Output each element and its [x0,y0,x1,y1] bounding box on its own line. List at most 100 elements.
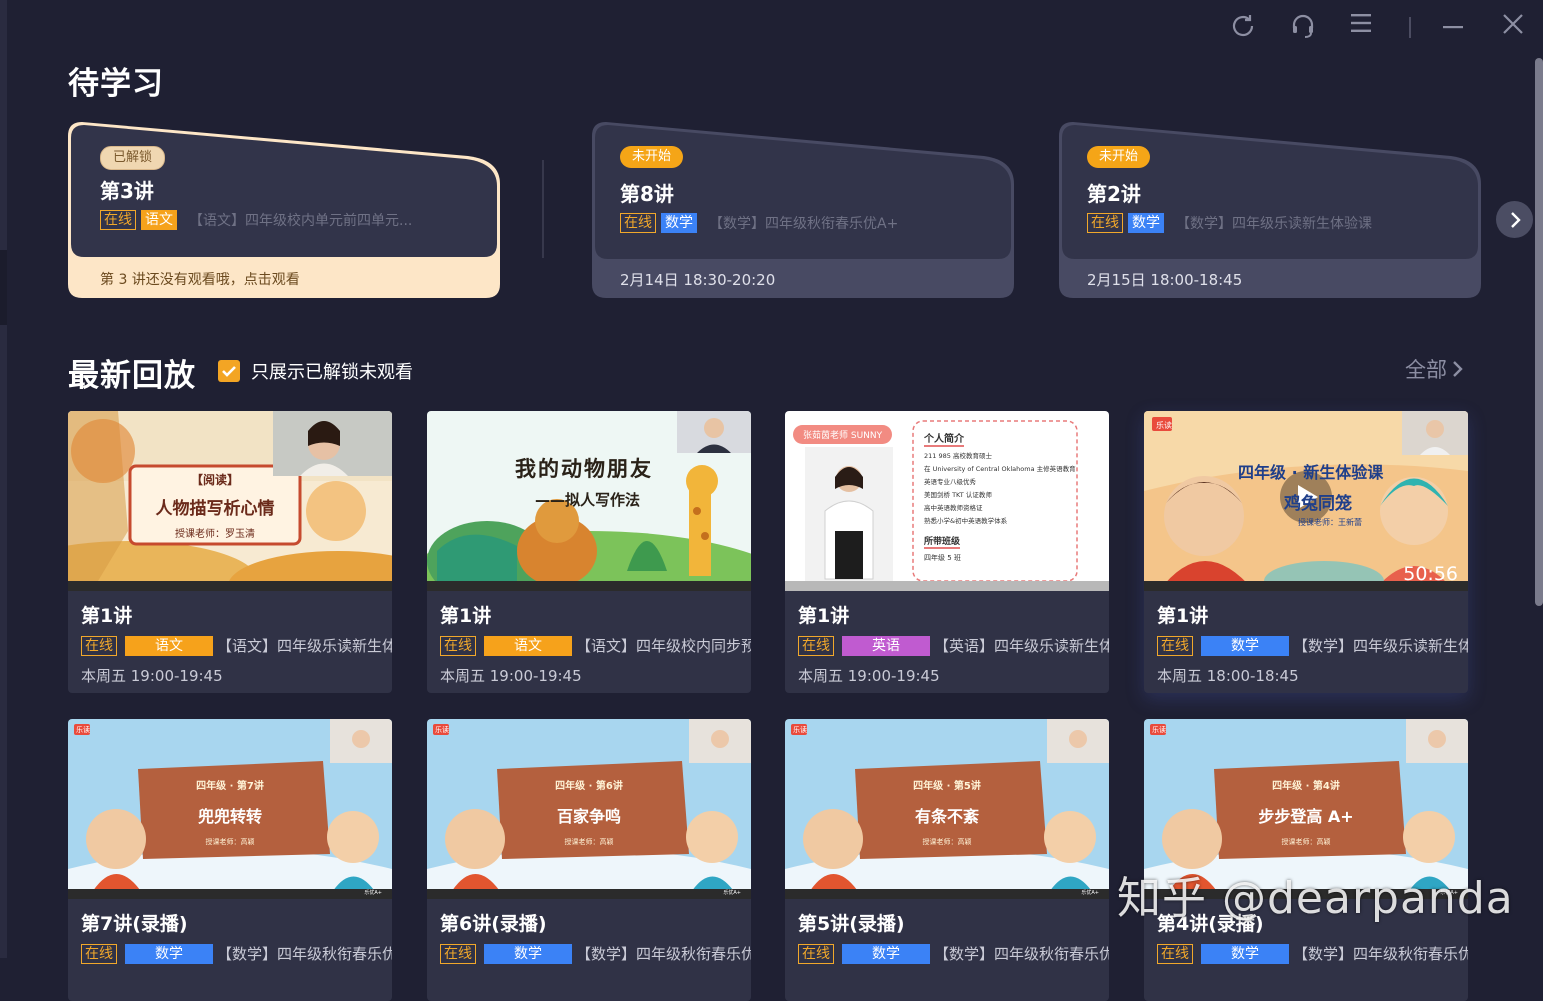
tag-row: 在线 数学 【数学】四年级乐读新生体 [1157,635,1468,656]
online-tag: 在线 [100,210,136,230]
subject-tag: 数学 [842,943,930,964]
lesson-title: 第3讲 [100,179,154,203]
minimize-icon[interactable] [1441,12,1471,42]
thumbnail-tag: 【阅读】 [190,473,239,487]
video-thumbnail[interactable]: 乐读 四年级 · 第7讲 兜兜转转 授课老师：高颖 乐优A+ [68,719,392,899]
thumbnail-subtitle: 鸡兔同笼 [1284,494,1352,514]
online-tag: 在线 [1157,943,1193,964]
replay-section-title: 最新回放 [68,358,196,394]
status-badge: 已解锁 [100,146,166,170]
profile-line: 高中英语教师资格证 [924,504,983,512]
thumbnail-teacher: 授课老师：高颖 [1281,838,1331,846]
thumbnail-text-group: 【阅读】 人物描写析心情 授课老师：罗玉清 [130,471,300,540]
thumbnail-title: 百家争鸣 [556,807,621,826]
tag-row: 在线 数学 【数学】四年级秋衔春乐优A+ [620,213,898,233]
brand-logo: 乐读 [435,726,449,734]
thumbnail-grade: 四年级 · 第7讲 [196,781,264,792]
lesson-title: 第1讲 [81,605,133,627]
refresh-icon[interactable] [1229,12,1259,42]
card-separator [542,160,544,258]
video-thumbnail[interactable]: 张茹茵老师 SUNNY 个人简介 211 985 高校教育硕士 在 Univer… [785,411,1109,591]
replay-card[interactable]: 张茹茵老师 SUNNY 个人简介 211 985 高校教育硕士 在 Univer… [785,411,1109,693]
video-thumbnail[interactable]: 乐读 四年级 · 第6讲 百家争鸣 授课老师：高颖 乐优A+ [427,719,751,899]
replay-card[interactable]: 我的动物朋友 ——拟人写作法 第1讲 在线 语文 【语文】四年级校内同步预 本周… [427,411,751,693]
thumbnail-grade: 四年级 · 第4讲 [1272,781,1340,792]
tag-row: 在线 数学 【数学】四年级秋衔春乐优 [81,943,392,964]
pending-card[interactable]: 未开始 第2讲 在线 数学 【数学】四年级乐读新生体验课 2月15日 18:00… [1059,122,1481,298]
vertical-scrollbar[interactable] [1535,58,1543,606]
unwatched-filter[interactable]: 只展示已解锁未观看 [218,358,413,384]
tag-row: 在线 英语 【英语】四年级乐读新生体 [798,635,1109,656]
lesson-title: 第8讲 [620,182,674,206]
tag-row: 在线 数学 【数学】四年级秋衔春乐优 [440,943,751,964]
subject-tag: 数学 [1201,635,1289,656]
brand-logo: 乐读 [1152,726,1166,734]
lesson-time: 本周五 19:00-19:45 [440,667,582,685]
lesson-title: 第7讲(录播) [81,913,188,935]
online-tag: 在线 [1157,635,1193,656]
subject-tag: 语文 [484,635,572,656]
view-all-link[interactable]: 全部 [1405,354,1465,384]
subject-tag: 数学 [1201,943,1289,964]
online-tag: 在线 [440,943,476,964]
video-thumbnail[interactable]: 我的动物朋友 ——拟人写作法 [427,411,751,591]
online-tag: 在线 [1087,213,1123,233]
filter-label: 只展示已解锁未观看 [251,362,413,383]
pending-card[interactable]: 未开始 第8讲 在线 数学 【数学】四年级秋衔春乐优A+ 2月14日 18:30… [592,122,1014,298]
thumbnail-teacher: 授课老师：王新蕾 [1298,518,1362,527]
chevron-right-icon [1453,361,1463,377]
video-duration: 50:56 [1403,563,1458,585]
thumbnail-teacher: 授课老师：高颖 [564,838,614,846]
lesson-title: 第1讲 [440,605,492,627]
subject-tag: 英语 [842,635,930,656]
subject-tag: 数学 [1128,213,1164,233]
replay-card[interactable]: 乐读 四年级 · 第6讲 百家争鸣 授课老师：高颖 乐优A+ 第6讲(录播) 在… [427,719,751,1001]
thumbnail-title: 步步登高 A+ [1258,807,1354,826]
next-page-button[interactable] [1496,201,1533,238]
replay-card[interactable]: 【阅读】 人物描写析心情 授课老师：罗玉清 第1讲 在线 语文 【语文】四年级乐… [68,411,392,693]
chevron-right-icon [1510,211,1521,228]
course-name: 【语文】四年级乐读新生体 [217,637,392,655]
lesson-time: 本周五 19:00-19:45 [798,667,940,685]
replay-card[interactable]: 乐读 四年级 · 新生体验课 鸡兔同笼 授课老师：王新蕾 50:56 第1讲 在… [1144,411,1468,693]
schedule-time: 2月15日 18:00-18:45 [1087,271,1243,289]
lesson-title: 第6讲(录播) [440,913,547,935]
tag-row: 在线 数学 【数学】四年级秋衔春乐优 [1157,943,1468,964]
thumbnail-title: 四年级 · 新生体验课 [1238,463,1384,482]
online-tag: 在线 [798,943,834,964]
thumbnail-grade: 四年级 · 第5讲 [913,781,981,792]
online-tag: 在线 [620,213,656,233]
watermark: 知乎 @dearpanda [1117,873,1514,924]
video-thumbnail[interactable]: 乐读 四年级 · 新生体验课 鸡兔同笼 授课老师：王新蕾 50:56 [1144,411,1468,591]
class-line: 四年级 5 班 [924,554,961,562]
status-badge: 未开始 [620,146,684,168]
replay-card[interactable]: 乐读 四年级 · 第4讲 步步登高 A+ 授课老师：高颖 乐优A+ 第4讲(录播… [1144,719,1468,1001]
course-name: 【数学】四年级秋衔春乐优 [1293,945,1468,963]
subject-tag: 语文 [125,635,213,656]
pending-card[interactable]: 已解锁 第3讲 在线 语文 【语文】四年级校内单元前四单元... 第 3 讲还没… [68,122,500,298]
video-thumbnail[interactable]: 乐读 四年级 · 第5讲 有条不紊 授课老师：高颖 乐优A+ [785,719,1109,899]
view-all-label: 全部 [1405,358,1447,382]
close-icon[interactable] [1501,12,1531,42]
brand-logo: 乐读 [793,726,807,734]
replay-card[interactable]: 乐读 四年级 · 第5讲 有条不紊 授课老师：高颖 乐优A+ 第5讲(录播) 在… [785,719,1109,1001]
teacher-badge: 张茹茵老师 SUNNY [793,425,893,444]
brand-logo: 乐读 [1156,421,1172,430]
subject-tag: 数学 [661,213,697,233]
subject-tag: 语文 [141,210,177,230]
online-tag: 在线 [440,635,476,656]
watch-reminder: 第 3 讲还没有观看哦，点击观看 [100,272,300,288]
filter-checkbox[interactable] [218,360,240,382]
headset-icon[interactable] [1289,12,1319,42]
course-name: 【数学】四年级乐读新生体验课 [1176,216,1372,232]
thumbnail-teacher: 授课老师：罗玉清 [175,529,255,540]
sidebar-notch [0,250,7,325]
schedule-time: 2月14日 18:30-20:20 [620,271,776,289]
profile-line: 英语专业八级优秀 [924,478,976,486]
course-name: 【数学】四年级秋衔春乐优A+ [709,216,899,232]
lesson-title: 第5讲(录播) [798,913,905,935]
profile-text-group: 个人简介 211 985 高校教育硕士 在 University of Cent… [924,427,1076,563]
video-thumbnail[interactable]: 【阅读】 人物描写析心情 授课老师：罗玉清 [68,411,392,591]
replay-card[interactable]: 乐读 四年级 · 第7讲 兜兜转转 授课老师：高颖 乐优A+ 第7讲(录播) 在… [68,719,392,1001]
menu-icon[interactable] [1349,12,1379,42]
